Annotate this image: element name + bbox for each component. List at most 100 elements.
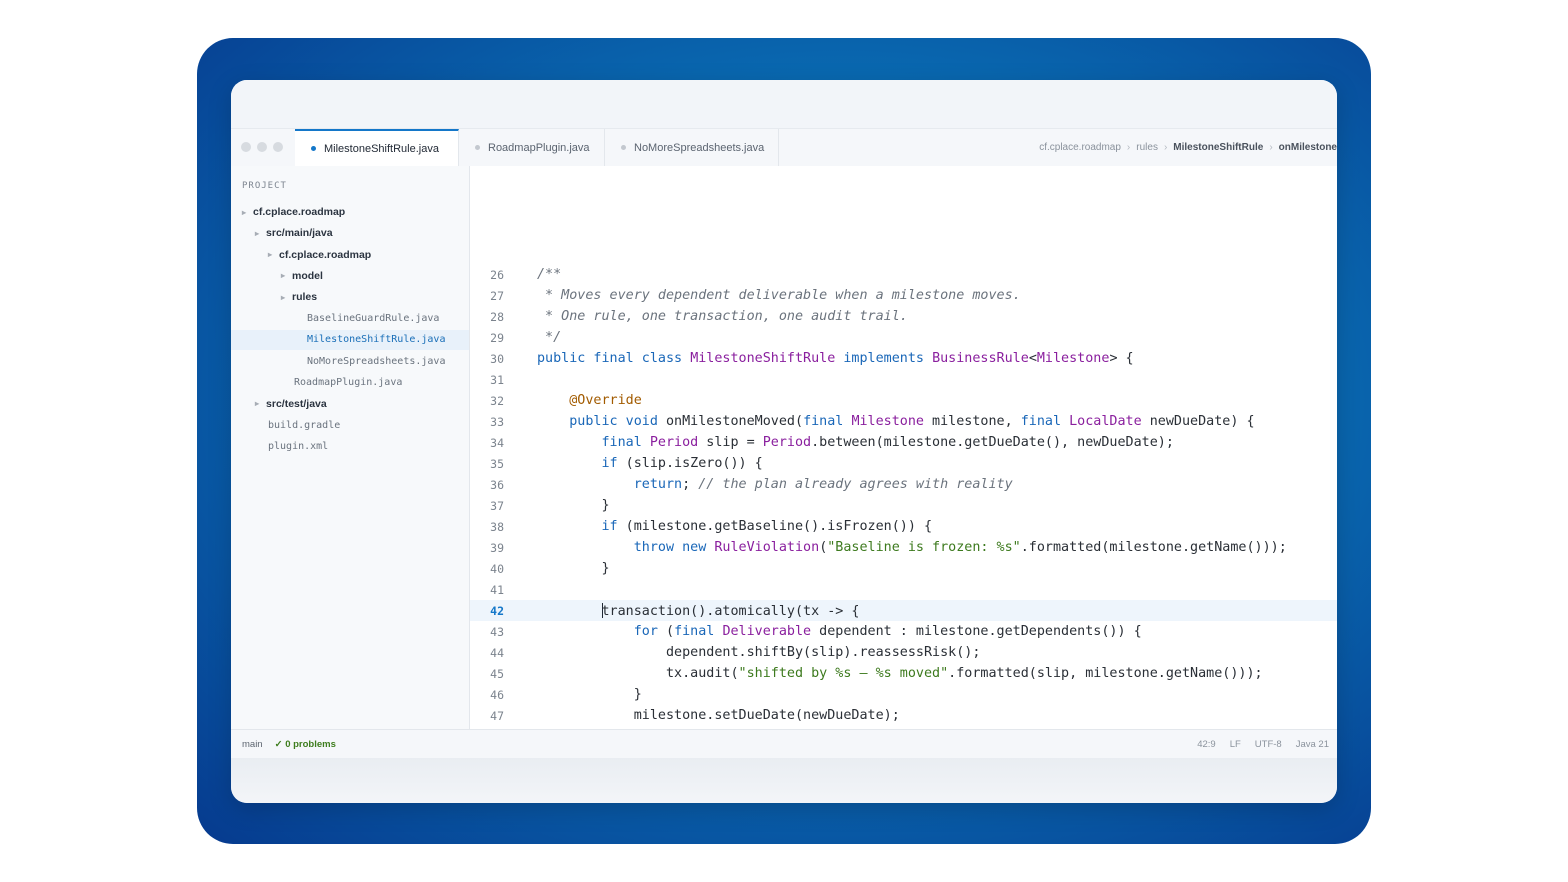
problems-indicator[interactable]: ✓ 0 problems xyxy=(275,739,336,750)
tree-folder[interactable]: ▸ src/main/java xyxy=(231,223,469,243)
code-token: (milestone.getBaseline().isFrozen()) { xyxy=(617,519,933,534)
line-number: 28 xyxy=(490,309,504,324)
code-text: public void onMilestoneMoved(final Miles… xyxy=(537,414,1254,429)
code-line[interactable]: 40 } xyxy=(470,558,1337,579)
code-token: slip = xyxy=(698,435,763,450)
tree-folder[interactable]: ▸ rules xyxy=(231,287,469,307)
tree-item-label: cf.cplace.roadmap xyxy=(253,206,346,218)
code-token: LocalDate xyxy=(1069,414,1142,429)
breadcrumb-item[interactable]: cf.cplace.roadmap xyxy=(1039,142,1121,153)
code-text: /** xyxy=(537,267,561,282)
tree-file[interactable]: BaselineGuardRule.java xyxy=(231,309,469,329)
line-ending[interactable]: LF xyxy=(1230,739,1241,750)
code-line[interactable]: 47 milestone.setDueDate(newDueDate); xyxy=(470,705,1337,726)
code-text: */ xyxy=(537,330,561,345)
code-line[interactable]: 31 xyxy=(470,369,1337,390)
chevron-right-icon[interactable]: ▸ xyxy=(242,208,246,217)
encoding[interactable]: UTF-8 xyxy=(1255,739,1282,750)
branch-indicator[interactable]: main xyxy=(242,739,263,750)
code-line[interactable]: 26 /** xyxy=(470,264,1337,285)
tree-item-label: MilestoneShiftRule.java xyxy=(307,334,446,346)
sidebar-title: PROJECT xyxy=(242,181,287,191)
code-line[interactable]: 29 */ xyxy=(470,327,1337,348)
code-line[interactable]: 38 if (milestone.getBaseline().isFrozen(… xyxy=(470,516,1337,537)
code-token: < xyxy=(1028,351,1037,366)
code-token: milestone, xyxy=(924,414,1021,429)
breadcrumb: cf.cplace.roadmap › rules › MilestoneShi… xyxy=(1039,129,1337,166)
code-token: BusinessRule xyxy=(932,351,1029,366)
code-token: * Moves every dependent deliverable when… xyxy=(537,288,1021,303)
line-number: 31 xyxy=(490,372,504,387)
code-line[interactable]: 43 for (final Deliverable dependent : mi… xyxy=(470,621,1337,642)
code-line[interactable]: 45 tx.audit("shifted by %s — %s moved".f… xyxy=(470,663,1337,684)
maximize-window-dot[interactable] xyxy=(273,142,283,152)
code-line[interactable]: 39 throw new RuleViolation("Baseline is … xyxy=(470,537,1337,558)
chevron-right-icon[interactable]: ▸ xyxy=(268,250,272,259)
minimize-window-dot[interactable] xyxy=(257,142,267,152)
tree-file[interactable]: build.gradle xyxy=(231,415,469,435)
code-token: tx.audit( xyxy=(537,666,739,681)
code-token: MilestoneShiftRule xyxy=(690,351,836,366)
code-line[interactable]: 41 xyxy=(470,579,1337,600)
code-line[interactable]: 37 } xyxy=(470,495,1337,516)
code-line[interactable]: 44 dependent.shiftBy(slip).reassessRisk(… xyxy=(470,642,1337,663)
code-line[interactable]: 33 public void onMilestoneMoved(final Mi… xyxy=(470,411,1337,432)
close-window-dot[interactable] xyxy=(241,142,251,152)
tree-item-label: NoMoreSpreadsheets.java xyxy=(307,355,446,367)
window-title-area xyxy=(231,80,1337,128)
chevron-right-icon[interactable]: ▸ xyxy=(281,271,285,280)
window-footer xyxy=(231,758,1337,803)
line-number: 30 xyxy=(490,351,504,366)
chevron-right-icon[interactable]: ▸ xyxy=(255,229,259,238)
tree-file[interactable]: MilestoneShiftRule.java xyxy=(231,329,469,350)
tree-item-label: build.gradle xyxy=(268,419,341,431)
code-token: public void xyxy=(569,414,666,429)
tree-folder[interactable]: ▸ cf.cplace.roadmap xyxy=(231,202,469,222)
code-line[interactable]: 35 if (slip.isZero()) { xyxy=(470,453,1337,474)
code-line[interactable]: 42 transaction().atomically(tx -> { xyxy=(470,600,1337,621)
breadcrumb-item[interactable]: onMilestone xyxy=(1279,142,1337,153)
code-text: } xyxy=(537,498,609,513)
tree-folder[interactable]: ▸ src/test/java xyxy=(231,394,469,414)
code-line[interactable]: 34 final Period slip = Period.between(mi… xyxy=(470,432,1337,453)
code-line[interactable]: 36 return; // the plan already agrees wi… xyxy=(470,474,1337,495)
breadcrumb-item[interactable]: rules xyxy=(1136,142,1158,153)
cursor-position[interactable]: 42:9 xyxy=(1197,739,1216,750)
code-text: public final class MilestoneShiftRule im… xyxy=(537,351,1134,366)
code-token: */ xyxy=(537,330,562,345)
code-token: return xyxy=(633,477,683,492)
tab-milestone-shift-rule[interactable]: MilestoneShiftRule.java xyxy=(295,129,459,166)
code-token: Milestone xyxy=(1036,351,1110,366)
code-line[interactable]: 30 public final class MilestoneShiftRule … xyxy=(470,348,1337,369)
chevron-right-icon[interactable]: ▸ xyxy=(255,399,259,408)
chevron-right-icon[interactable]: ▸ xyxy=(281,293,285,302)
code-text: final Period slip = Period.between(miles… xyxy=(537,435,1174,450)
code-line[interactable]: 28 * One rule, one transaction, one audi… xyxy=(470,306,1337,327)
code-editor[interactable]: 26 /** 27 * Moves every dependent delivera… xyxy=(470,166,1337,786)
breadcrumb-item[interactable]: MilestoneShiftRule xyxy=(1173,142,1263,153)
tree-file[interactable]: RoadmapPlugin.java xyxy=(231,372,469,392)
tab-no-more-spreadsheets[interactable]: NoMoreSpreadsheets.java xyxy=(605,129,779,166)
line-number: 46 xyxy=(490,687,504,702)
line-number: 26 xyxy=(490,267,504,282)
code-token: Milestone xyxy=(851,414,924,429)
code-line[interactable]: 27 * Moves every dependent deliverable w… xyxy=(470,285,1337,306)
line-number: 34 xyxy=(490,435,504,450)
code-token: milestone.setDueDate(newDueDate); xyxy=(537,708,900,723)
tree-file[interactable]: NoMoreSpreadsheets.java xyxy=(231,351,469,371)
line-number: 27 xyxy=(490,288,504,303)
tree-folder[interactable]: ▸ cf.cplace.roadmap xyxy=(231,245,469,265)
code-line[interactable]: 32 @Override xyxy=(470,390,1337,411)
tree-item-label: src/main/java xyxy=(266,227,333,240)
tree-folder[interactable]: ▸ model xyxy=(231,266,469,286)
language-mode[interactable]: Java 21 xyxy=(1296,739,1329,750)
code-text: @Override xyxy=(537,393,642,408)
tree-file[interactable]: plugin.xml xyxy=(231,436,469,456)
code-line[interactable]: 46 } xyxy=(470,684,1337,705)
tab-roadmap-plugin[interactable]: RoadmapPlugin.java xyxy=(459,129,605,166)
